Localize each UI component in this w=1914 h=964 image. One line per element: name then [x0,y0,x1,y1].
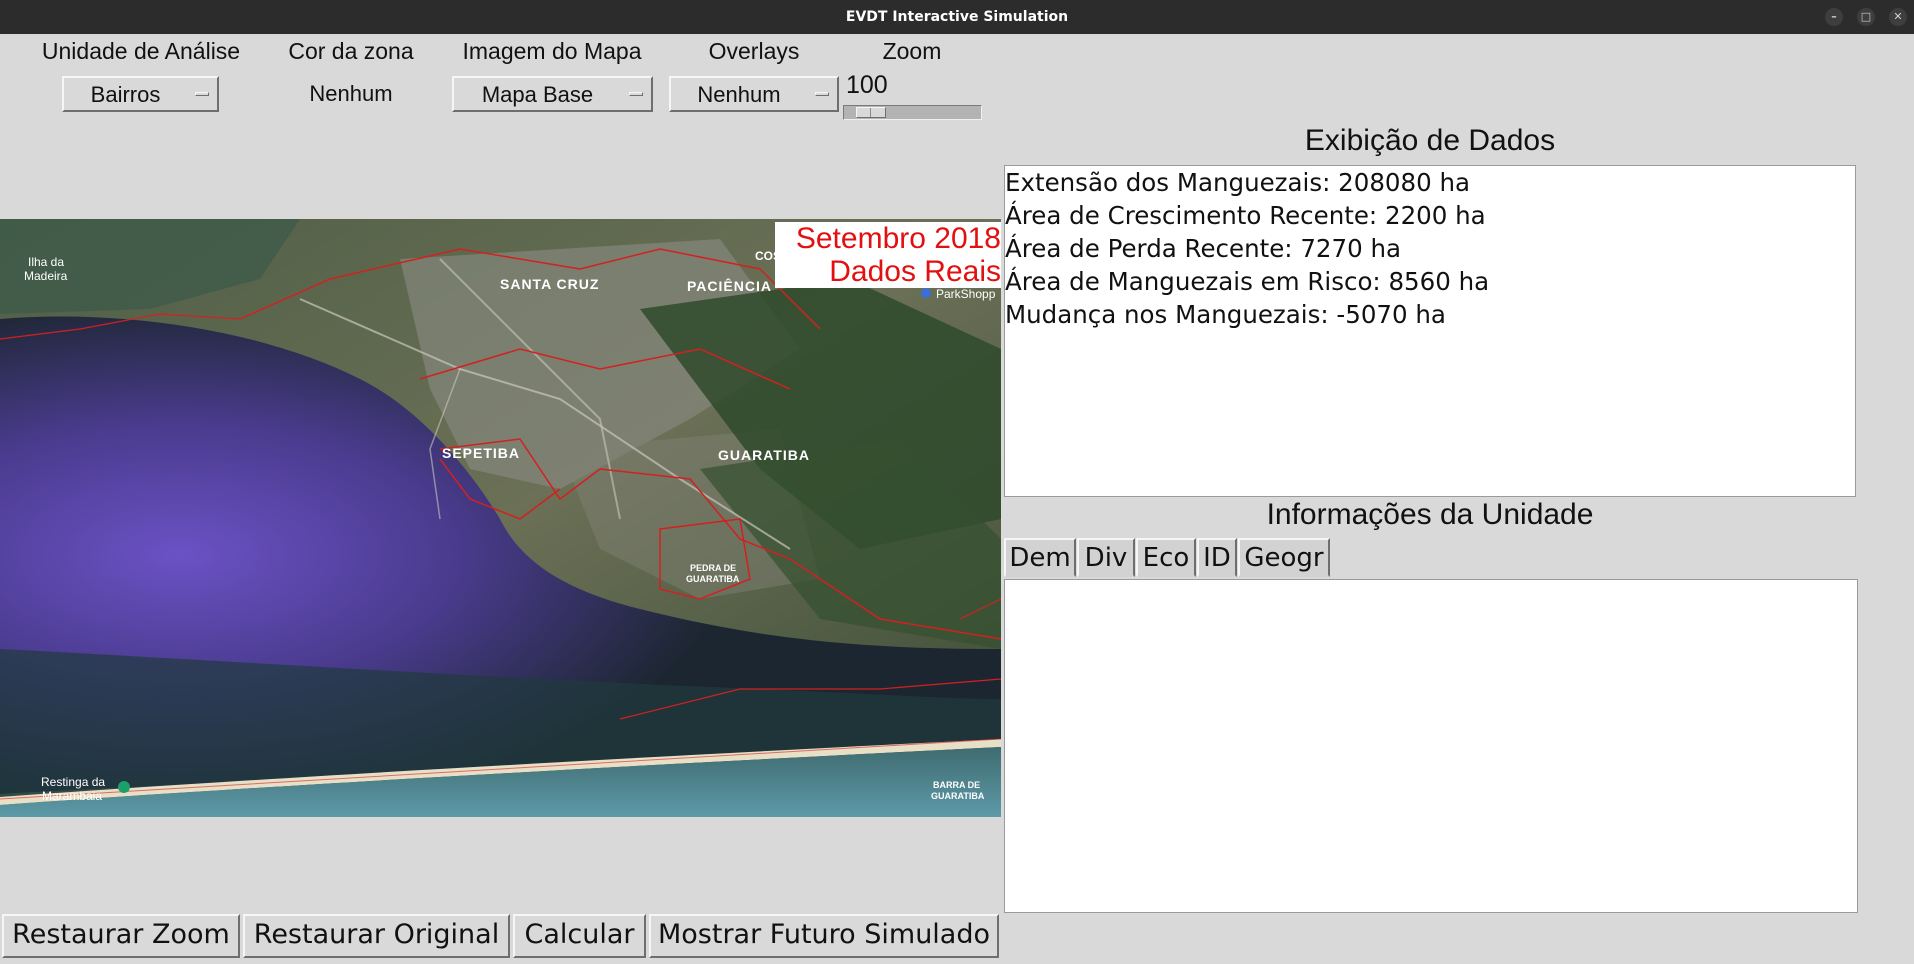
map-caption: Setembro 2018 Dados Reais [775,222,1001,288]
place-barra-label: BARRA DE [933,780,980,790]
map-source-label: Dados Reais [829,255,1001,288]
park-marker-icon [118,781,130,793]
reset-zoom-button[interactable]: Restaurar Zoom [2,914,240,958]
dropdown-indicator-icon [195,92,209,96]
unidade-label: Unidade de Análise [41,38,241,64]
cor-label: Cor da zona [288,38,414,64]
overlays-value: Nenhum [697,82,781,107]
tab-eco[interactable]: Eco [1136,538,1196,577]
unidade-dropdown[interactable]: Bairros [62,76,219,112]
place-sepetiba-label: SEPETIBA [442,445,520,461]
place-ilha-label: Ilha da [28,255,64,269]
map-date-label: Setembro 2018 [795,222,1001,255]
overlays-dropdown[interactable]: Nenhum [669,76,839,112]
unit-info-content[interactable] [1004,579,1858,913]
zoom-label: Zoom [882,38,942,64]
minimize-icon[interactable]: – [1825,8,1843,26]
place-madeira-label: Madeira [24,269,68,283]
dropdown-indicator-icon [629,92,643,96]
maximize-icon[interactable]: □ [1857,8,1875,26]
tab-dem[interactable]: Dem [1004,538,1076,577]
place-santa-cruz-label: SANTA CRUZ [500,276,599,292]
place-paciencia-label: PACIÊNCIA [687,277,772,294]
data-line: Mudança nos Manguezais: -5070 ha [1005,300,1446,329]
data-display-textbox[interactable]: Extensão dos Manguezais: 208080 ha Área … [1004,165,1856,497]
data-panel-title: Exibição de Dados [1304,124,1556,157]
place-pedra-label: PEDRA DE [690,563,736,573]
place-pedra2-label: GUARATIBA [686,574,740,584]
cor-value: Nenhum [309,81,393,106]
place-barra2-label: GUARATIBA [931,791,985,801]
place-guaratiba-label: GUARATIBA [718,447,810,463]
imagem-label: Imagem do Mapa [462,38,642,64]
data-line: Área de Manguezais em Risco: 8560 ha [1005,267,1490,296]
calculate-button[interactable]: Calcular [513,914,646,958]
data-line: Área de Perda Recente: 7270 ha [1005,234,1402,263]
map-view[interactable]: Ilha da Madeira SANTA CRUZ PACIÊNCIA COS… [0,219,1001,817]
tab-id[interactable]: ID [1197,538,1237,577]
imagem-dropdown[interactable]: Mapa Base [452,76,653,112]
tab-geogr[interactable]: Geogr [1238,538,1330,577]
overlays-label: Overlays [708,38,800,64]
close-icon[interactable]: ✕ [1889,8,1907,26]
data-line: Área de Crescimento Recente: 2200 ha [1005,201,1486,230]
place-parkshopping-label: ParkShopp [936,287,996,301]
window-titlebar: EVDT Interactive Simulation – □ ✕ [0,0,1914,34]
window-title: EVDT Interactive Simulation [845,9,1069,25]
place-marambaia-label: Marambaia [42,789,102,803]
place-restinga-label: Restinga da [41,775,105,789]
show-future-button[interactable]: Mostrar Futuro Simulado [649,914,999,958]
zoom-slider[interactable] [843,105,982,120]
zoom-value: 100 [846,71,888,99]
unit-info-title: Informações da Unidade [1266,498,1594,531]
unidade-value: Bairros [90,82,161,107]
reset-original-button[interactable]: Restaurar Original [243,914,510,958]
dropdown-indicator-icon [815,92,829,96]
data-line: Extensão dos Manguezais: 208080 ha [1005,168,1471,197]
tab-div[interactable]: Div [1077,538,1135,577]
shopping-marker-icon [921,288,931,298]
zoom-slider-thumb[interactable] [856,107,886,118]
imagem-value: Mapa Base [481,82,594,107]
satellite-map-image: Ilha da Madeira SANTA CRUZ PACIÊNCIA COS… [0,219,1001,817]
